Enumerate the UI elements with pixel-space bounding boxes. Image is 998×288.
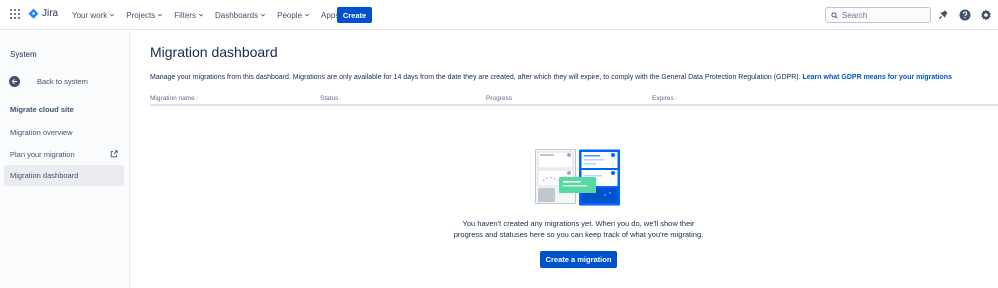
help-icon[interactable]: [958, 8, 971, 21]
migrations-table-header: Migration name↕ Status↕ Progress Expires…: [150, 94, 998, 106]
external-link-icon: [110, 150, 118, 158]
gdpr-learn-more-link[interactable]: Learn what GDPR means for your migration…: [803, 74, 952, 81]
search-icon: [831, 11, 838, 19]
search-input[interactable]: [842, 10, 922, 20]
nav-dashboards[interactable]: Dashboards: [215, 11, 266, 20]
chevron-down-icon: [198, 13, 204, 17]
column-header-expires[interactable]: Expires↕: [652, 95, 677, 102]
nav-your-work-label: Your work: [72, 10, 108, 20]
chevron-down-icon: [304, 13, 310, 17]
description-text: Manage your migrations from this dashboa…: [150, 74, 801, 81]
sidebar-item-plan-your-migration[interactable]: Plan your migration: [4, 144, 124, 165]
empty-state-line-1: You haven't created any migrations yet. …: [462, 219, 695, 228]
nav-people-label: People: [277, 10, 303, 20]
nav-filters[interactable]: Filters: [174, 11, 204, 20]
notifications-icon[interactable]: [937, 8, 950, 21]
page-title: Migration dashboard: [150, 44, 278, 60]
nav-projects[interactable]: Projects: [126, 11, 163, 20]
nav-projects-label: Projects: [126, 10, 156, 20]
arrow-left-icon: [9, 76, 20, 87]
sidebar-item-label: Migration dashboard: [10, 171, 79, 180]
sort-icon: ↕: [339, 96, 342, 102]
chevron-down-icon: [261, 13, 266, 17]
jira-logo[interactable]: Jira: [28, 8, 58, 19]
column-label: Progress: [486, 95, 513, 102]
sidebar-title: System: [10, 50, 37, 59]
search-field[interactable]: [825, 7, 931, 23]
sort-icon: ↕: [674, 96, 678, 102]
nav-filters-label: Filters: [174, 10, 196, 20]
back-to-system-label: Back to system: [37, 77, 88, 86]
page-description: Manage your migrations from this dashboa…: [150, 74, 952, 81]
create-button[interactable]: Create: [337, 7, 372, 23]
back-to-system-link[interactable]: Back to system: [9, 76, 88, 87]
top-navigation: Jira Your work Projects Filters Dashboar…: [0, 0, 998, 30]
nav-dashboards-label: Dashboards: [214, 10, 259, 20]
create-migration-button[interactable]: Create a migration: [540, 251, 617, 268]
bell-icon: [938, 10, 948, 20]
nav-your-work[interactable]: Your work: [72, 11, 115, 20]
chevron-down-icon: [110, 13, 115, 17]
nav-people[interactable]: People: [277, 11, 310, 20]
app-name: Jira: [42, 8, 59, 19]
column-header-migration-name[interactable]: Migration name↕: [150, 95, 198, 102]
app-switcher-icon[interactable]: [9, 8, 21, 20]
empty-state-line-2: progress and statuses here so you can ke…: [453, 230, 704, 239]
empty-state-message: You haven't created any migrations yet. …: [450, 218, 707, 240]
settings-icon[interactable]: [979, 8, 992, 21]
column-label: Expires: [652, 95, 674, 102]
column-label: Status: [320, 95, 339, 102]
sidebar-item-migration-overview[interactable]: Migration overview: [4, 122, 124, 143]
primary-nav: Your work Projects Filters Dashboards Pe…: [72, 0, 358, 30]
column-header-progress: Progress: [486, 95, 512, 102]
sidebar-item-migration-dashboard[interactable]: Migration dashboard: [4, 165, 124, 186]
sidebar-item-label: Plan your migration: [10, 150, 75, 159]
sidebar-section-heading: Migrate cloud site: [10, 105, 74, 114]
column-header-status[interactable]: Status↕: [320, 95, 342, 102]
sort-icon: ↕: [195, 96, 199, 102]
chevron-down-icon: [158, 13, 163, 17]
sidebar: System Back to system Migrate cloud site…: [0, 31, 130, 288]
sidebar-item-label: Migration overview: [10, 128, 73, 137]
jira-logo-icon: [28, 8, 39, 19]
gear-icon: [980, 9, 991, 20]
question-circle-icon: [959, 9, 970, 20]
column-label: Migration name: [150, 95, 195, 102]
empty-state-illustration: [535, 149, 620, 206]
